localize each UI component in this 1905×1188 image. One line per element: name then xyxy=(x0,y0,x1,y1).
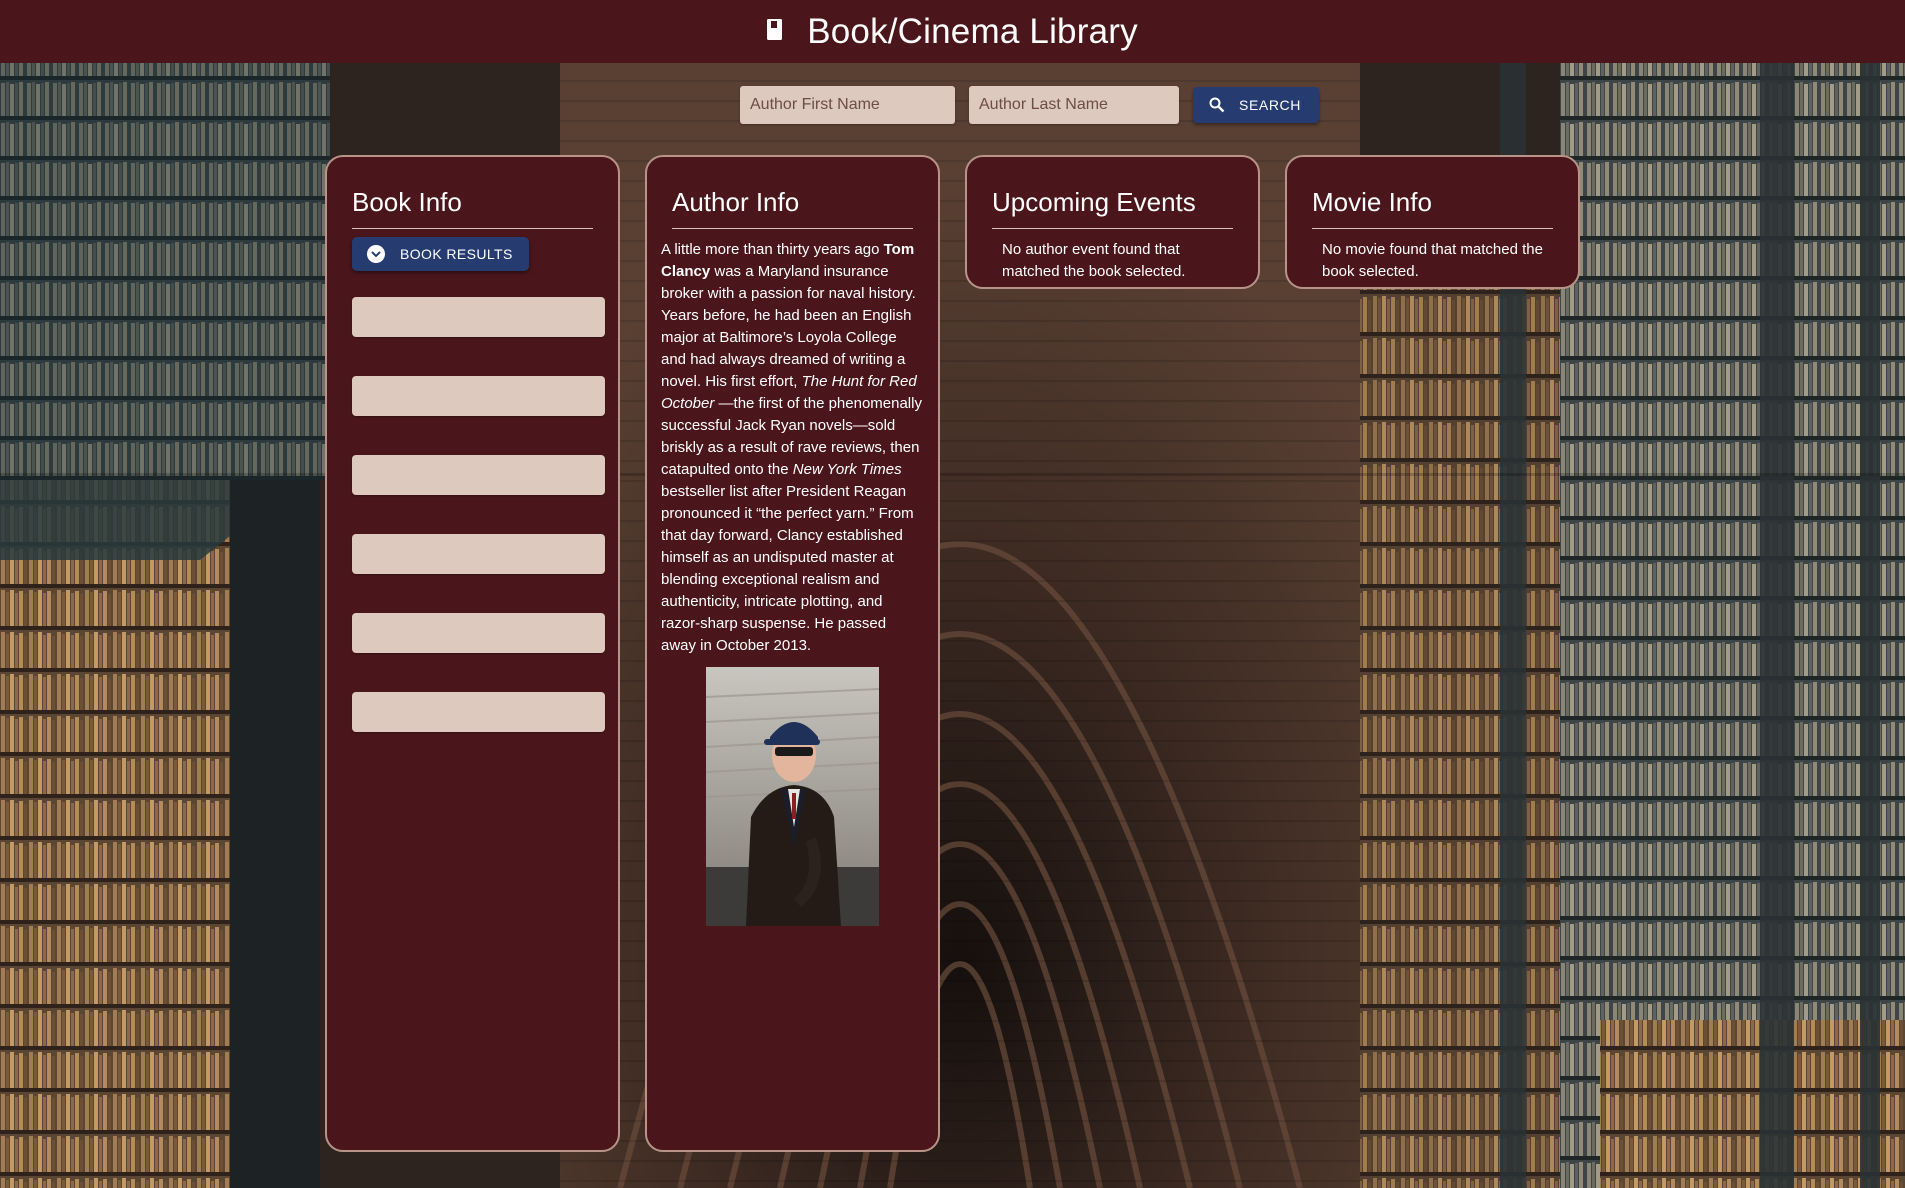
search-button-label: SEARCH xyxy=(1239,97,1301,113)
newspaper-title-italic: New York Times xyxy=(792,461,902,478)
app-header: Book/Cinema Library xyxy=(0,0,1905,63)
book-result-slot[interactable] xyxy=(352,297,605,337)
book-info-panel: Book Info BOOK RESULTS xyxy=(325,155,620,1152)
book-result-slot[interactable] xyxy=(352,534,605,574)
book-result-slot[interactable] xyxy=(352,376,605,416)
author-info-panel: Author Info A little more than thirty ye… xyxy=(645,155,940,1152)
events-empty-message: No author event found that matched the b… xyxy=(1002,241,1186,280)
book-results-label: BOOK RESULTS xyxy=(400,246,513,262)
book-info-title: Book Info xyxy=(352,187,593,229)
author-photo xyxy=(706,667,879,926)
author-search-form: SEARCH xyxy=(740,86,1319,124)
bio-text: bestseller list after President Reagan p… xyxy=(661,483,914,654)
library-background-image xyxy=(0,0,1905,1188)
bio-text: was a Maryland insurance broker with a p… xyxy=(661,263,916,390)
movie-empty-message: No movie found that matched the book sel… xyxy=(1322,241,1543,280)
search-button[interactable]: SEARCH xyxy=(1193,87,1319,123)
author-last-name-input[interactable] xyxy=(969,86,1179,124)
movie-info-panel: Movie Info No movie found that matched t… xyxy=(1285,155,1580,289)
book-icon xyxy=(767,19,783,40)
movie-info-title: Movie Info xyxy=(1312,187,1553,229)
author-first-name-input[interactable] xyxy=(740,86,955,124)
book-results-button[interactable]: BOOK RESULTS xyxy=(352,237,529,271)
search-icon xyxy=(1209,97,1225,113)
upcoming-events-title: Upcoming Events xyxy=(992,187,1233,229)
book-result-slot[interactable] xyxy=(352,692,605,732)
book-result-slot[interactable] xyxy=(352,613,605,653)
chevron-down-circle-icon xyxy=(367,245,385,263)
book-results-list xyxy=(327,297,618,732)
book-result-slot[interactable] xyxy=(352,455,605,495)
author-biography: A little more than thirty years ago Tom … xyxy=(661,239,924,657)
author-info-title: Author Info xyxy=(672,187,913,229)
app-title: Book/Cinema Library xyxy=(807,11,1138,51)
bio-text: A little more than thirty years ago xyxy=(661,241,884,258)
upcoming-events-panel: Upcoming Events No author event found th… xyxy=(965,155,1260,289)
